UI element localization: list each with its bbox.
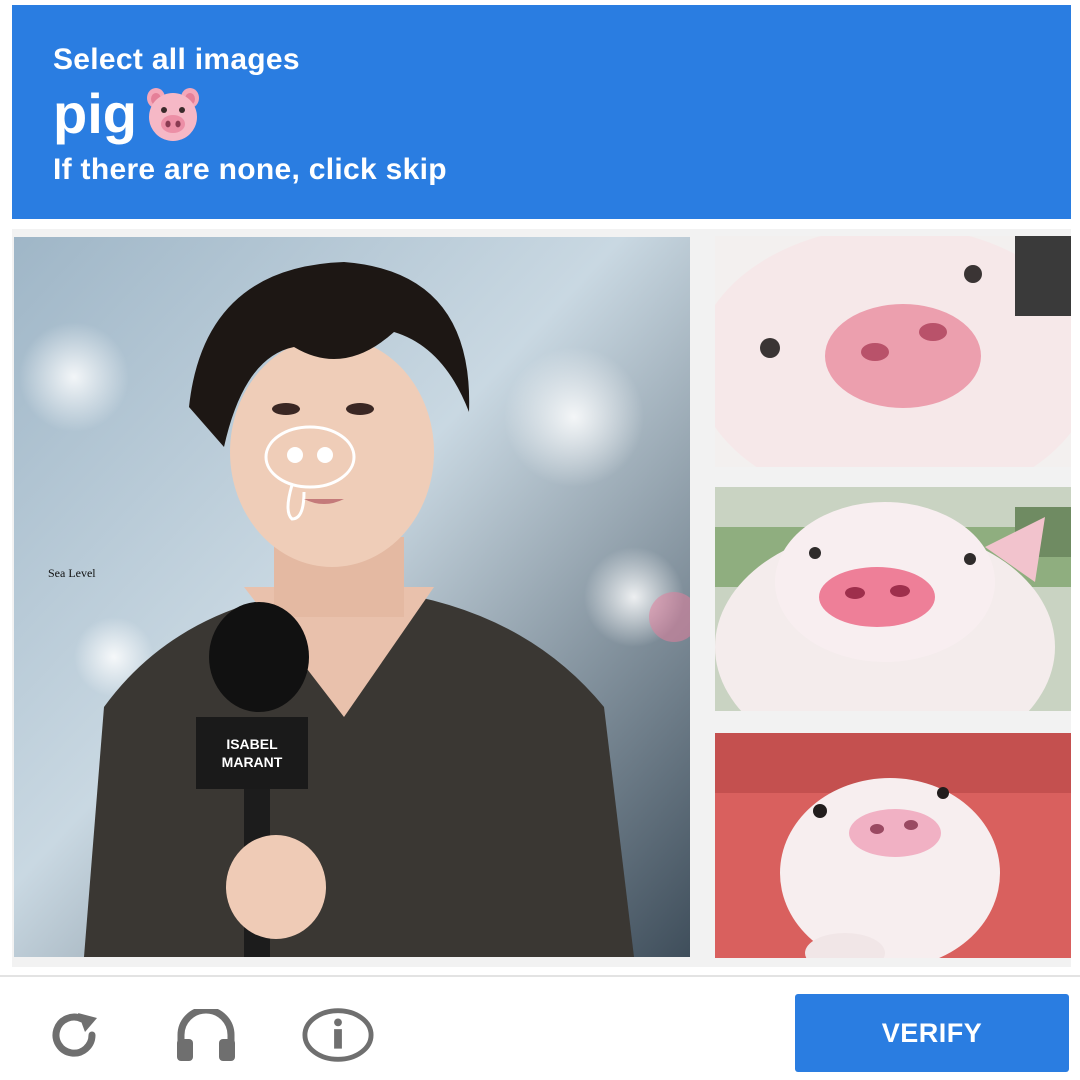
target-word: pig [53,82,137,145]
footer-divider [0,975,1080,977]
info-icon[interactable] [302,1004,374,1066]
target-label: pig [53,81,203,146]
pig-face-icon [143,84,203,144]
image-tile-pig-2[interactable] [715,487,1071,711]
mic-flag-text-line2: MARANT [222,754,283,770]
headphones-icon[interactable] [170,1004,242,1066]
skip-hint-text: If there are none, click skip [53,153,447,186]
mic-flag-text-line1: ISABEL [226,736,278,752]
image-tile-man-microphone[interactable]: ISABEL MARANT Sea Level [14,237,690,957]
watermark-caption: Sea Level [48,566,96,580]
image-tile-pig-1[interactable] [715,236,1071,467]
verify-button[interactable]: VERIFY [795,994,1069,1072]
challenge-header: Select all images pig If there are none,… [12,5,1071,219]
image-tile-pig-3[interactable] [715,733,1071,958]
instruction-text: Select all images [53,43,300,76]
reload-icon[interactable] [40,1004,112,1066]
